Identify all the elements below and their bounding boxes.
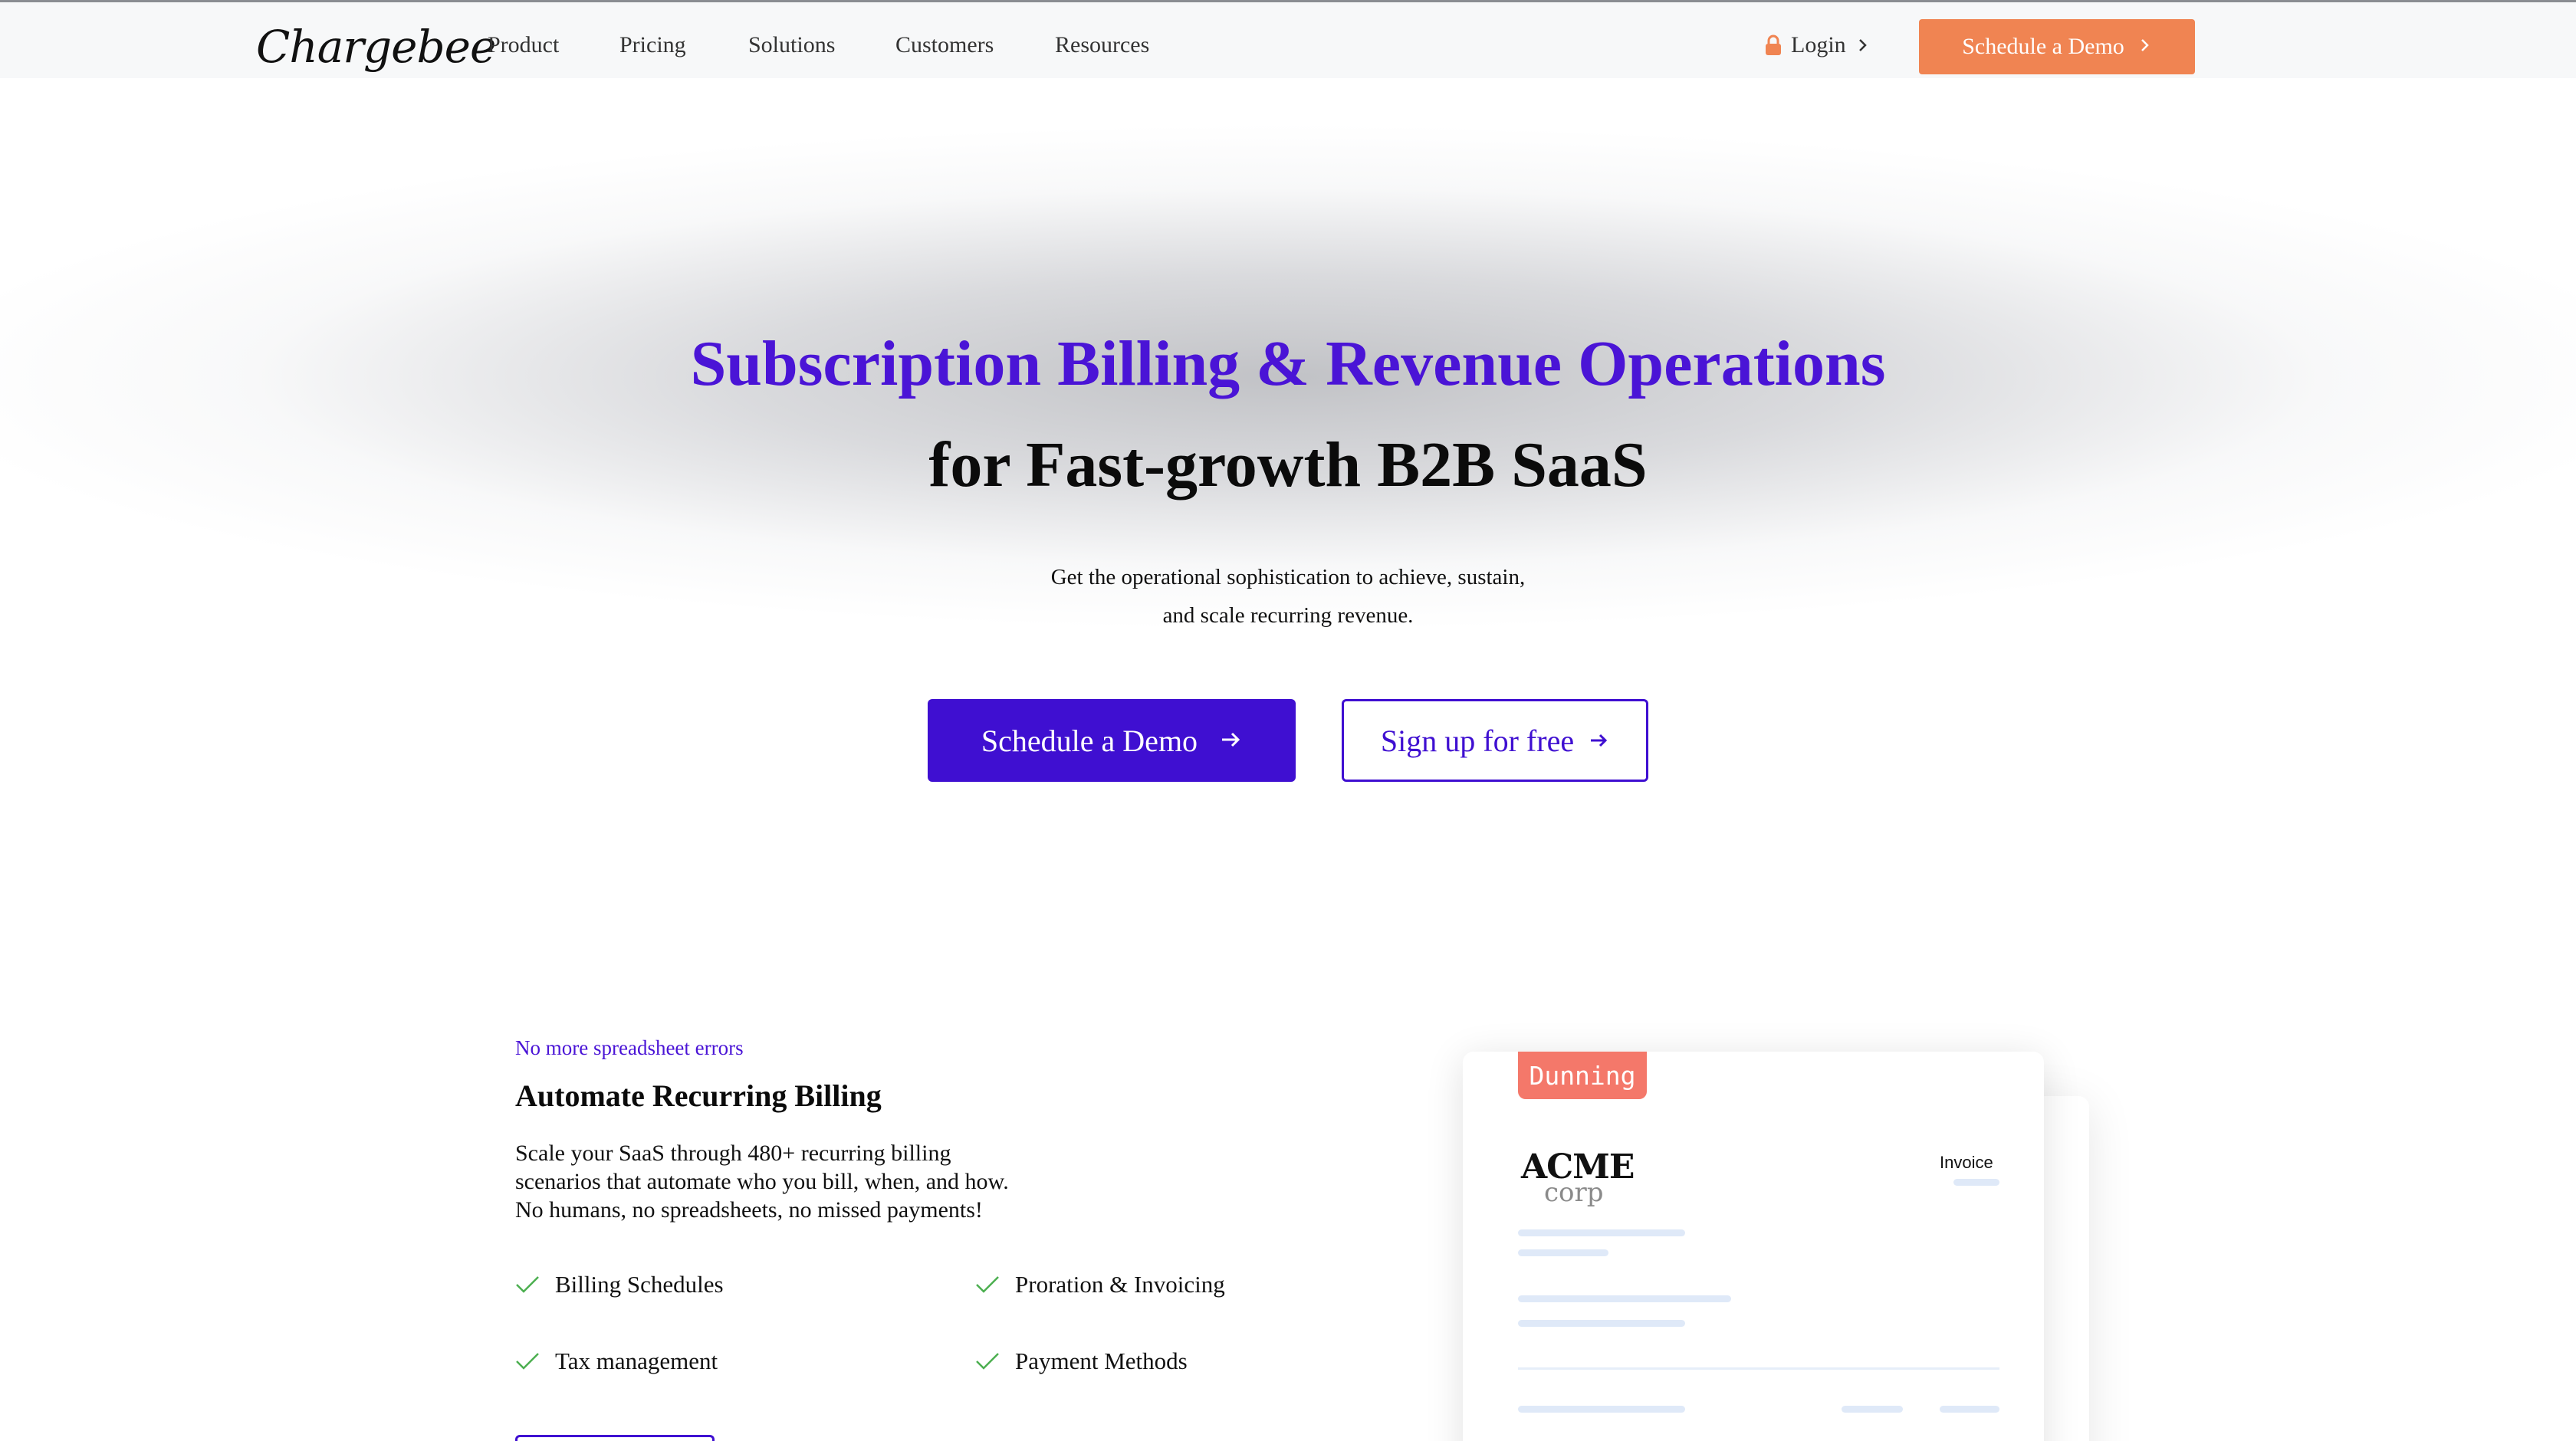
checklist-item: Payment Methods xyxy=(975,1347,1188,1375)
schedule-demo-label: Schedule a Demo xyxy=(981,723,1198,758)
dunning-tag: Dunning xyxy=(1518,1052,1647,1099)
placeholder-line xyxy=(1953,1179,1999,1186)
check-icon xyxy=(975,1351,1000,1371)
nav-pricing[interactable]: Pricing xyxy=(619,30,686,61)
chevron-right-icon xyxy=(2137,34,2152,60)
acme-logo-corp: corp xyxy=(1544,1177,1604,1208)
placeholder-line xyxy=(1518,1249,1608,1256)
chevron-right-icon xyxy=(1854,37,1871,54)
checklist-label: Tax management xyxy=(555,1347,718,1374)
sign-up-free-button[interactable]: Sign up for free xyxy=(1342,699,1648,782)
feature-description-line: Scale your SaaS through 480+ recurring b… xyxy=(515,1141,951,1166)
placeholder-line xyxy=(1940,1406,1999,1413)
checklist-label: Billing Schedules xyxy=(555,1271,724,1298)
feature-description-line: No humans, no spreadsheets, no missed pa… xyxy=(515,1197,983,1223)
feature-cta-button[interactable] xyxy=(515,1435,715,1441)
invoice-card xyxy=(1463,1052,2044,1441)
invoice-divider xyxy=(1518,1367,1999,1370)
hero-subtitle-heading: for Fast-growth B2B SaaS xyxy=(928,429,1648,501)
login-link[interactable]: Login xyxy=(1763,30,1871,61)
nav-product[interactable]: Product xyxy=(488,30,559,61)
nav-resources[interactable]: Resources xyxy=(1055,30,1149,61)
arrow-right-icon xyxy=(1588,723,1609,759)
login-label: Login xyxy=(1791,32,1846,57)
chargebee-logo[interactable]: Chargebee xyxy=(256,18,496,76)
checklist-label: Payment Methods xyxy=(1015,1347,1188,1374)
check-icon xyxy=(975,1275,1000,1295)
placeholder-line xyxy=(1518,1320,1685,1327)
nav-schedule-demo-button[interactable]: Schedule a Demo xyxy=(1919,19,2195,74)
schedule-demo-button[interactable]: Schedule a Demo xyxy=(928,699,1296,782)
placeholder-line xyxy=(1518,1295,1731,1302)
check-icon xyxy=(515,1275,540,1295)
checklist-item: Tax management xyxy=(515,1347,718,1375)
checklist-item: Proration & Invoicing xyxy=(975,1271,1225,1298)
feature-title: Automate Recurring Billing xyxy=(515,1078,882,1113)
placeholder-line xyxy=(1518,1406,1685,1413)
hero-title: Subscription Billing & Revenue Operation… xyxy=(690,328,1886,399)
check-icon xyxy=(515,1351,540,1371)
checklist-label: Proration & Invoicing xyxy=(1015,1271,1225,1298)
lock-icon xyxy=(1763,34,1783,57)
sign-up-label: Sign up for free xyxy=(1380,723,1575,758)
feature-description: Scale your SaaS through 480+ recurring b… xyxy=(515,1139,1098,1224)
hero-description-line: and scale recurring revenue. xyxy=(1162,603,1414,628)
checklist-item: Billing Schedules xyxy=(515,1271,724,1298)
nav-customers[interactable]: Customers xyxy=(895,30,994,61)
top-nav: Chargebee Product Pricing Solutions Cust… xyxy=(0,0,2576,78)
nav-demo-label: Schedule a Demo xyxy=(1962,34,2124,59)
arrow-right-icon xyxy=(1219,723,1242,759)
invoice-label: Invoice xyxy=(1940,1153,1993,1172)
hero-description: Get the operational sophistication to ac… xyxy=(981,558,1595,635)
placeholder-line xyxy=(1842,1406,1903,1413)
placeholder-line xyxy=(1518,1229,1685,1236)
hero-description-line: Get the operational sophistication to ac… xyxy=(1050,565,1526,589)
nav-solutions[interactable]: Solutions xyxy=(748,30,835,61)
feature-eyebrow: No more spreadsheet errors xyxy=(515,1036,744,1059)
feature-description-line: scenarios that automate who you bill, wh… xyxy=(515,1169,1009,1194)
